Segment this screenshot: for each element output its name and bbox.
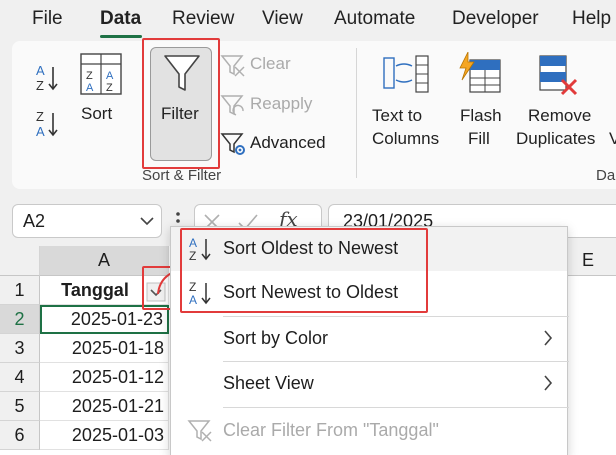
svg-text:Z: Z (86, 70, 93, 82)
sheet-view-label: Sheet View (223, 373, 314, 393)
row-header-2[interactable]: 2 (0, 305, 40, 334)
menu-divider (223, 407, 569, 408)
chevron-down-icon (140, 217, 154, 226)
table-cell-a3[interactable]: 2025-01-18 (40, 334, 169, 363)
row-header-1[interactable]: 1 (0, 276, 40, 305)
svg-text:Z: Z (189, 280, 196, 294)
active-tab-indicator (100, 35, 142, 38)
sort-ascending-icon: A Z (189, 236, 211, 263)
data-tools-group-label-cutoff: Da (596, 167, 616, 184)
name-box[interactable]: A2 (12, 204, 162, 238)
row-header-6[interactable]: 6 (0, 421, 40, 450)
header-cell-label: Tanggal (61, 279, 129, 300)
ribbon-group-divider (356, 48, 357, 178)
sort-az-top-letter: A (36, 63, 45, 78)
flash-fill-line1: Flash (460, 106, 502, 125)
remove-duplicates-icon (539, 55, 578, 96)
clear-label: Clear (250, 54, 291, 73)
row-header-3[interactable]: 3 (0, 334, 40, 363)
svg-text:A: A (86, 82, 94, 94)
sort-filter-dropdown-menu: A Z Sort Oldest to Newest Z A Sort Newes… (170, 226, 569, 455)
sort-button[interactable]: Z A A Z Sort (74, 50, 126, 160)
menu-item-sheet-view[interactable]: Sheet View (171, 362, 567, 406)
remove-duplicates-button[interactable]: Remove Duplicates (516, 50, 602, 150)
table-cell-a2[interactable]: 2025-01-23 (40, 305, 169, 334)
sort-az-bottom-letter: Z (36, 78, 44, 93)
reapply-label: Reapply (250, 94, 313, 113)
tab-help[interactable]: Help (572, 8, 611, 30)
select-all-corner[interactable] (0, 246, 40, 276)
ribbon-cutoff-letter: V (609, 129, 616, 148)
table-cell-a5[interactable]: 2025-01-21 (40, 392, 169, 421)
sort-oldest-label: Sort Oldest to Newest (223, 238, 399, 258)
clear-filter-label: Clear Filter From "Tanggal" (223, 420, 439, 440)
advanced-filter-button[interactable]: Advanced (220, 130, 340, 158)
table-cell-a6[interactable]: 2025-01-03 (40, 421, 169, 450)
flash-fill-line2: Fill (468, 129, 490, 148)
text-to-columns-icon (383, 55, 429, 93)
clear-filter-button[interactable]: Clear (220, 52, 330, 78)
menu-item-sort-by-color[interactable]: Sort by Color (171, 317, 567, 361)
menu-item-sort-newest[interactable]: Z A Sort Newest to Oldest (171, 271, 567, 315)
sort-descending-icon: Z A (36, 109, 58, 139)
sort-newest-label: Sort Newest to Oldest (223, 282, 399, 302)
tab-file[interactable]: File (32, 8, 63, 30)
row-header-5[interactable]: 5 (0, 392, 40, 421)
clear-filter-icon (187, 420, 212, 442)
sort-za-top-letter: Z (36, 109, 44, 124)
sort-ascending-icon: A Z (36, 63, 58, 93)
filter-label: Filter (161, 104, 199, 123)
filter-button[interactable]: Filter (150, 47, 212, 161)
column-header-a[interactable]: A (40, 246, 169, 276)
sort-filter-group-label: Sort & Filter (142, 167, 222, 184)
flash-fill-button[interactable]: Flash Fill (452, 50, 508, 150)
chevron-right-icon (544, 330, 553, 346)
sort-label: Sort (81, 104, 113, 123)
flash-fill-icon (459, 52, 501, 93)
menu-item-sort-oldest[interactable]: A Z Sort Oldest to Newest (171, 227, 567, 271)
svg-text:A: A (106, 70, 114, 82)
tab-developer[interactable]: Developer (452, 8, 539, 30)
remove-duplicates-line1: Remove (528, 106, 592, 125)
sort-descending-button[interactable]: Z A (32, 108, 62, 140)
svg-text:Z: Z (106, 82, 113, 94)
sort-dialog-icon: Z A A Z (80, 53, 122, 95)
sort-ascending-button[interactable]: A Z (32, 62, 62, 94)
clear-filter-icon (220, 55, 245, 77)
text-to-columns-line2: Columns (372, 129, 440, 148)
text-to-columns-line1: Text to (372, 106, 423, 125)
tab-review[interactable]: Review (172, 8, 234, 30)
chevron-right-icon (544, 375, 553, 391)
sort-by-color-label: Sort by Color (223, 328, 329, 348)
reapply-button[interactable]: Reapply (220, 92, 330, 118)
sort-descending-icon: Z A (189, 280, 211, 307)
reapply-icon (220, 95, 244, 116)
row-header-4[interactable]: 4 (0, 363, 40, 392)
svg-text:A: A (189, 236, 197, 250)
advanced-label: Advanced (250, 133, 326, 152)
sort-za-bottom-letter: A (36, 124, 45, 139)
advanced-filter-icon (220, 133, 245, 155)
tab-automate[interactable]: Automate (334, 8, 415, 30)
name-box-value: A2 (23, 211, 46, 231)
tab-data[interactable]: Data (100, 8, 141, 30)
table-cell-a4[interactable]: 2025-01-12 (40, 363, 169, 392)
remove-duplicates-line2: Duplicates (516, 129, 596, 148)
svg-text:Z: Z (189, 249, 196, 263)
svg-text:A: A (189, 293, 197, 307)
tab-view[interactable]: View (262, 8, 303, 30)
filter-funnel-icon (164, 55, 200, 91)
column-header-e[interactable]: E (560, 246, 616, 276)
menu-item-clear-filter[interactable]: Clear Filter From "Tanggal" (171, 409, 567, 453)
text-to-columns-button[interactable]: Text to Columns (368, 50, 444, 150)
